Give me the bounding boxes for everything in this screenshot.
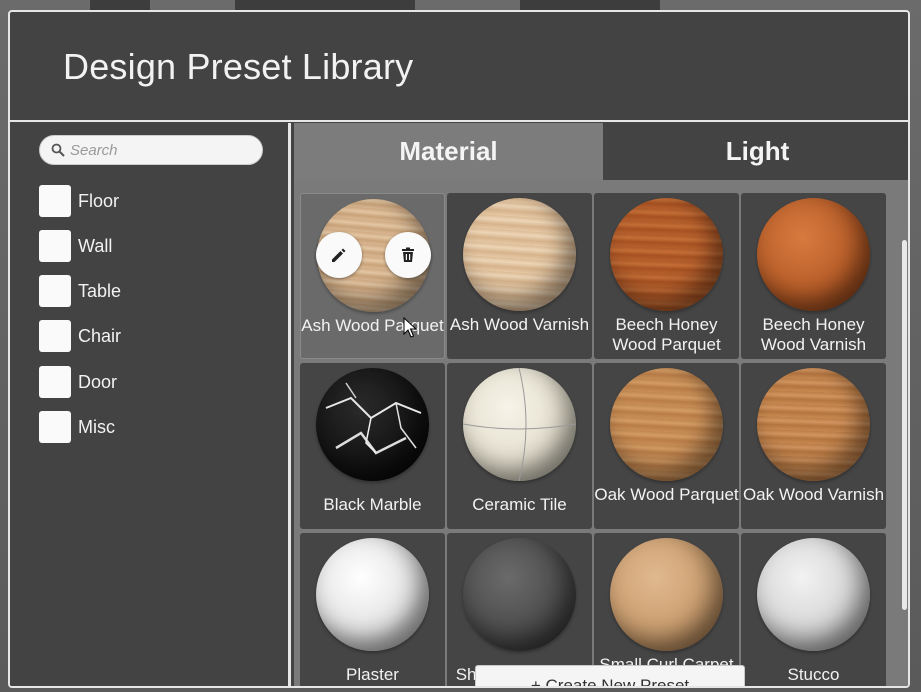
preset-card-beech-honey-wood-varnish[interactable]: Beech Honey Wood Varnish [741,193,886,359]
material-preview [757,198,870,311]
checkbox[interactable] [39,230,71,262]
preset-name: Black Marble [323,495,422,514]
category-label: Door [78,372,118,392]
category-label: Wall [78,236,113,256]
checkbox[interactable] [39,366,71,398]
preset-card-ash-wood-varnish[interactable]: Ash Wood Varnish [447,193,592,359]
preset-grid: Ash Wood Parquet Ash Wood Varnish Beech … [294,180,908,686]
preset-name: Beech Honey Wood Parquet [612,315,721,354]
category-label: Chair [78,326,122,346]
mouse-cursor-icon [403,317,417,338]
tile-grid [462,367,577,482]
material-preview [463,198,576,311]
material-preview [610,198,723,311]
preset-card-stucco[interactable]: Stucco [741,533,886,686]
preset-card-ash-wood-parquet[interactable]: Ash Wood Parquet [300,193,445,359]
preset-card-beech-honey-wood-parquet[interactable]: Beech Honey Wood Parquet [594,193,739,359]
preset-name: Oak Wood Varnish [742,485,885,504]
category-floor[interactable]: Floor [39,185,239,217]
material-preview [463,538,576,651]
checkbox[interactable] [39,275,71,307]
background-strip [90,0,150,10]
preset-card-ceramic-tile[interactable]: Ceramic Tile [447,363,592,529]
material-preview [757,368,870,481]
preset-panel: Material Light Ash Wood Parquet Ash Wood… [294,123,908,686]
category-label: Misc [78,417,115,437]
preset-name: Stucco [787,665,840,684]
preset-name: Ash Wood Varnish [449,315,590,334]
checkbox[interactable] [39,411,71,443]
category-label: Table [78,281,122,301]
preset-name: Beech Honey Wood Varnish [760,315,867,354]
material-preview [610,538,723,651]
preset-card-black-marble[interactable]: Black Marble [300,363,445,529]
window-title: Design Preset Library [63,46,414,87]
material-preview [610,368,723,481]
preset-card-oak-wood-parquet[interactable]: Oak Wood Parquet [594,363,739,529]
preset-name: Plaster [346,665,399,684]
background-strip [520,0,660,10]
material-preview [316,538,429,651]
marble-veins [325,382,422,455]
category-table[interactable]: Table [39,275,239,307]
title-bar: Design Preset Library [10,12,908,122]
category-sidebar: Floor Wall Table Chair Door Misc [10,123,291,686]
material-preview [757,538,870,651]
preset-card-oak-wood-varnish[interactable]: Oak Wood Varnish [741,363,886,529]
search-icon [51,143,65,157]
category-door[interactable]: Door [39,366,239,398]
category-chair[interactable]: Chair [39,320,239,352]
preset-card-plaster[interactable]: Plaster [300,533,445,686]
material-preview [462,367,577,482]
search-box[interactable] [39,135,263,165]
delete-button[interactable] [385,232,431,278]
category-label: Floor [78,191,120,211]
preset-name: Ceramic Tile [472,495,567,514]
tab-light[interactable]: Light [603,123,908,180]
checkbox[interactable] [39,185,71,217]
pencil-icon [332,248,346,262]
preset-name: Ash Wood Parquet [301,316,444,335]
tab-material[interactable]: Material [294,123,603,180]
grid-scrollbar[interactable] [902,240,907,610]
material-preview [316,368,429,481]
search-input[interactable] [70,139,255,161]
create-new-preset-button[interactable]: + Create New Preset [475,665,745,686]
preset-library-window: Design Preset Library Floor Wall Table C… [8,10,910,688]
background-strip [235,0,415,10]
edit-button[interactable] [316,232,362,278]
checkbox[interactable] [39,320,71,352]
category-wall[interactable]: Wall [39,230,239,262]
preset-name: Oak Wood Parquet [594,485,739,504]
category-misc[interactable]: Misc [39,411,239,443]
trash-icon [402,247,414,262]
